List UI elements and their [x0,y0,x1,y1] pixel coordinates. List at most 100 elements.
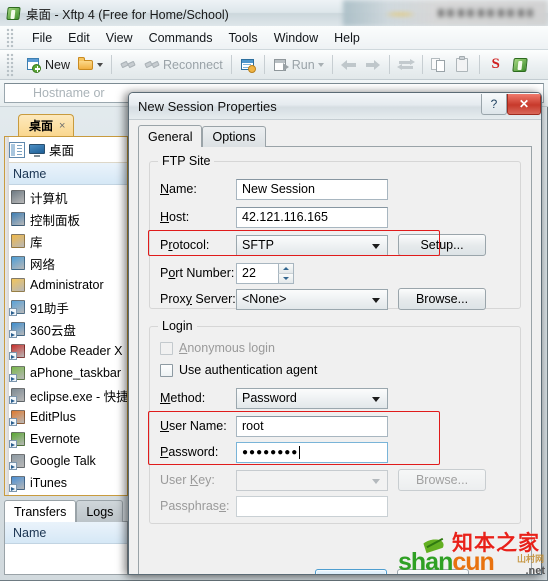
proxy-row: Proxy Server: <None> Browse... [150,286,520,312]
username-input[interactable]: root [236,415,388,437]
menubar-grip[interactable] [6,28,14,48]
host-label: Host: [160,210,190,224]
password-input[interactable]: ●●●●●●●● [236,441,388,463]
xftp-button[interactable] [508,53,532,77]
disconnect-button[interactable] [116,53,140,77]
open-sessions-button[interactable] [74,53,107,77]
paste-button[interactable] [451,53,475,77]
tab-logs[interactable]: Logs [76,500,124,522]
name-row: Name: New Session [150,176,520,202]
proxy-select[interactable]: <None> [236,288,388,310]
menu-file[interactable]: File [24,28,60,48]
list-item-label: 360云盘 [30,323,76,338]
toolbar-grip[interactable] [6,53,14,77]
run-button[interactable]: Run [269,53,328,77]
proxy-value: <None> [242,292,287,306]
list-item[interactable]: Administrator [5,274,127,296]
port-value: 22 [242,266,256,280]
open-folder-icon [78,56,94,73]
anonymous-login-checkbox[interactable] [160,341,173,355]
close-icon[interactable]: ✕ [507,94,541,115]
spinner-down-icon[interactable] [278,273,293,283]
local-pane-body: 桌面 Name 计算机 控制面板库网络 Administrator 91助手 360云盘… [4,136,128,496]
list-item[interactable]: 网络 [5,252,127,274]
list-item-label: eclipse.exe - 快捷 [30,389,127,404]
local-tab-desktop[interactable]: 桌面 × [18,114,74,136]
folder-tree-icon[interactable] [9,141,25,158]
dropdown-caret-icon[interactable] [97,62,104,67]
chevron-down-icon [372,478,380,484]
shortcut-icon [9,321,26,338]
auth-agent-checkbox[interactable] [160,363,173,377]
tab-general[interactable]: General [138,125,203,147]
text-caret [299,445,301,459]
run-caret-icon[interactable] [317,62,324,67]
copy-icon [430,57,447,73]
port-label: Port Number: [160,266,235,280]
shortcut-overlay-icon [9,308,17,316]
menu-view[interactable]: View [98,28,141,48]
list-item[interactable]: EditPlus [5,406,127,428]
list-item[interactable]: 360云盘 [5,318,127,340]
list-item[interactable]: 计算机 [5,186,127,208]
copy-button[interactable] [427,53,451,77]
menu-window[interactable]: Window [266,28,326,48]
list-item[interactable]: eclipse.exe - 快捷 [5,384,127,406]
list-item[interactable]: 控制面板 [5,208,127,230]
menu-commands[interactable]: Commands [141,28,221,48]
shortcut-icon [9,299,26,316]
list-item-label: aPhone_taskbar [30,366,122,380]
menu-help[interactable]: Help [326,28,368,48]
list-item[interactable]: Evernote [5,428,127,450]
method-select[interactable]: Password [236,387,388,409]
proxy-browse-button[interactable]: Browse... [398,288,486,310]
help-button[interactable]: ? [481,94,507,115]
spinner-up-icon[interactable] [278,263,293,274]
local-file-list[interactable]: 计算机 控制面板库网络 Administrator 91助手 360云盘 Adobe Re… [5,186,127,495]
local-column-header-name[interactable]: Name [5,163,127,185]
ok-button[interactable]: OK [315,569,387,574]
adobe-reader-icon [9,343,26,360]
cancel-button[interactable]: Cancel [397,569,469,574]
obscured-titlebar-region [343,0,548,26]
password-row: Password: ●●●●●●●● [150,439,520,465]
protocol-row: Protocol: SFTP Setup... [150,232,520,258]
menu-edit[interactable]: Edit [60,28,98,48]
list-item-label: EditPlus [30,410,76,424]
toolbar-separator [388,55,390,74]
list-item[interactable]: Adobe Reader X [5,340,127,362]
port-stepper[interactable]: 22 [236,262,294,284]
dialog-tab-panel: FTP Site Name: New Session Host: 42.121.… [138,146,532,574]
local-path-value[interactable]: 桌面 [49,140,74,159]
list-item[interactable]: 库 [5,230,127,252]
menu-tools[interactable]: Tools [221,28,266,48]
local-scrollbar[interactable] [5,137,9,495]
username-row: User Name: root [150,413,520,439]
reconnect-button[interactable]: Reconnect [140,53,227,77]
xshell-button[interactable]: S [484,53,508,77]
forward-button[interactable] [361,53,385,77]
transfers-body: Name [4,521,128,575]
transfer-settings-button[interactable] [236,53,260,77]
list-item[interactable]: 91助手 [5,296,127,318]
transfers-tabrow: Transfers Logs [4,498,128,522]
protocol-select[interactable]: SFTP [236,234,388,256]
anonymous-login-row[interactable]: Anonymous login [160,341,275,355]
back-button[interactable] [337,53,361,77]
close-icon[interactable]: × [59,120,65,132]
auth-agent-row[interactable]: Use authentication agent [160,363,317,377]
list-item[interactable]: iTunes [5,472,127,494]
transfers-column-header-name[interactable]: Name [5,522,127,544]
list-item[interactable]: aPhone_taskbar [5,362,127,384]
sync-button[interactable] [394,53,418,77]
name-input[interactable]: New Session [236,178,388,200]
list-item-label: Administrator [30,278,104,292]
list-item[interactable]: Google Talk [5,450,127,472]
new-session-button[interactable]: New [22,53,74,77]
setup-button[interactable]: Setup... [398,234,486,256]
userkey-browse-button: Browse... [398,469,486,491]
tab-options[interactable]: Options [202,126,266,147]
tab-transfers[interactable]: Transfers [4,500,77,522]
proxy-label: Proxy Server: [160,292,236,306]
host-input[interactable]: 42.121.116.165 [236,206,388,228]
